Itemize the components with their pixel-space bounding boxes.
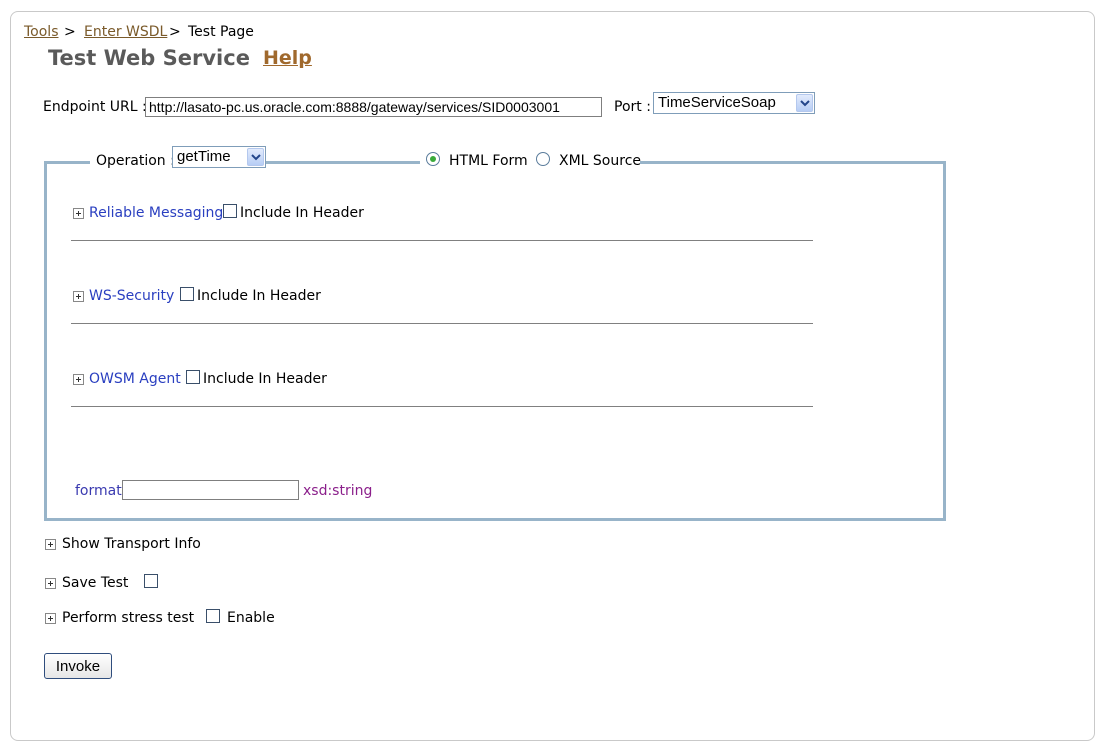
endpoint-url-label: Endpoint URL : (43, 99, 147, 115)
chevron-down-icon[interactable] (247, 148, 264, 166)
breadcrumb-enter-wsdl-link[interactable]: Enter WSDL (84, 24, 167, 40)
expand-transport-icon[interactable] (45, 539, 56, 550)
reliable-messaging-link[interactable]: Reliable Messaging (89, 205, 223, 221)
stress-test-enable-checkbox[interactable] (206, 609, 220, 623)
breadcrumb-tools-link[interactable]: Tools (24, 24, 59, 40)
operation-select[interactable]: getTime (172, 146, 266, 168)
chevron-down-icon[interactable] (796, 94, 813, 112)
invoke-button[interactable]: Invoke (44, 653, 112, 679)
breadcrumb-current: Test Page (188, 24, 254, 40)
ws-security-checkbox-label: Include In Header (197, 288, 321, 304)
divider (71, 323, 813, 324)
show-transport-info-label[interactable]: Show Transport Info (62, 536, 201, 552)
expand-ws-security-icon[interactable] (73, 291, 84, 302)
breadcrumb-separator: > (64, 24, 76, 40)
reliable-messaging-checkbox[interactable] (223, 204, 237, 218)
expand-owsm-agent-icon[interactable] (73, 374, 84, 385)
save-test-checkbox[interactable] (144, 574, 158, 588)
param-type: xsd:string (303, 483, 373, 499)
xml-source-radio[interactable] (536, 152, 550, 166)
html-form-radio[interactable] (426, 152, 440, 166)
page-title: Test Web Service (48, 46, 250, 70)
owsm-agent-checkbox[interactable] (186, 370, 200, 384)
help-link[interactable]: Help (263, 47, 312, 69)
expand-save-test-icon[interactable] (45, 578, 56, 589)
expand-stress-test-icon[interactable] (45, 613, 56, 624)
stress-test-enable-label: Enable (227, 610, 275, 626)
owsm-agent-checkbox-label: Include In Header (203, 371, 327, 387)
divider (71, 240, 813, 241)
save-test-label: Save Test (62, 575, 129, 591)
breadcrumb-separator: > (169, 24, 181, 40)
reliable-messaging-checkbox-label: Include In Header (240, 205, 364, 221)
ws-security-checkbox[interactable] (180, 287, 194, 301)
operation-label: Operation : (96, 153, 175, 169)
ws-security-link[interactable]: WS-Security (89, 288, 174, 304)
owsm-agent-link[interactable]: OWSM Agent (89, 371, 181, 387)
expand-reliable-messaging-icon[interactable] (73, 208, 84, 219)
perform-stress-test-label: Perform stress test (62, 610, 195, 626)
param-name: format (75, 483, 122, 499)
format-input[interactable] (122, 480, 299, 500)
port-select-value: TimeServiceSoap (658, 94, 776, 111)
port-select[interactable]: TimeServiceSoap (653, 92, 815, 114)
endpoint-url-input[interactable] (145, 97, 602, 117)
operation-select-value: getTime (177, 148, 231, 165)
divider (71, 406, 813, 407)
html-form-label: HTML Form (449, 153, 528, 169)
port-label: Port : (614, 99, 651, 115)
xml-source-label: XML Source (559, 153, 642, 169)
